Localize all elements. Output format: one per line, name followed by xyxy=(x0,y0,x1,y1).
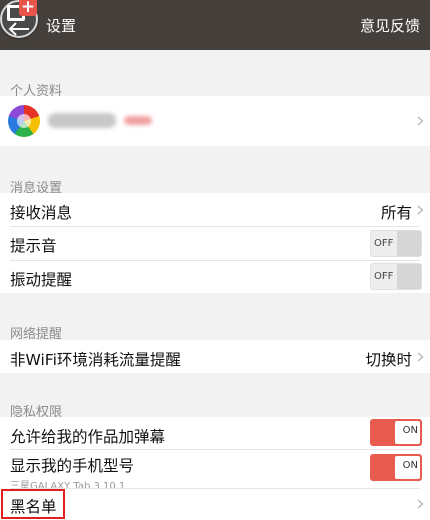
vibrate-toggle[interactable]: OFF xyxy=(370,263,422,290)
danmaku-row: 允许给我的作品加弹幕 ON xyxy=(0,417,430,449)
non-wifi-row[interactable]: 非WiFi环境消耗流量提醒 切换时 xyxy=(0,340,430,373)
phone-model-toggle[interactable]: ON xyxy=(370,454,422,481)
profile-row[interactable] xyxy=(0,96,430,146)
title-bar: + 设置 意见反馈 xyxy=(0,0,430,50)
vibrate-row: 振动提醒 OFF xyxy=(0,261,430,293)
chevron-right-icon xyxy=(417,499,424,509)
profile-name-obscured xyxy=(48,113,116,128)
sound-label: 提示音 xyxy=(10,237,57,255)
danmaku-toggle-state: ON xyxy=(402,425,418,436)
sound-row: 提示音 OFF xyxy=(0,227,430,260)
feedback-button[interactable]: 意见反馈 xyxy=(360,15,420,36)
sound-toggle[interactable]: OFF xyxy=(370,230,422,257)
phone-model-row: 显示我的手机型号 三星GALAXY Tab 3 10.1 ON xyxy=(0,450,430,492)
danmaku-label: 允许给我的作品加弹幕 xyxy=(10,428,166,446)
non-wifi-value: 切换时 xyxy=(365,351,412,369)
receive-messages-row[interactable]: 接收消息 所有 xyxy=(0,193,430,226)
messages-group: 接收消息 所有 提示音 OFF 振动提醒 OFF xyxy=(0,193,430,293)
receive-messages-label: 接收消息 xyxy=(10,204,73,222)
sound-toggle-state: OFF xyxy=(374,238,394,249)
phone-model-label: 显示我的手机型号 xyxy=(10,457,135,475)
chevron-right-icon xyxy=(417,205,424,215)
phone-model-toggle-state: ON xyxy=(402,460,418,471)
danmaku-toggle[interactable]: ON xyxy=(370,419,422,446)
page-title: 设置 xyxy=(46,17,77,35)
vibrate-toggle-state: OFF xyxy=(374,271,394,282)
receive-messages-value: 所有 xyxy=(380,204,412,222)
avatar xyxy=(8,105,40,137)
back-arrow-icon[interactable] xyxy=(8,22,30,36)
chevron-right-icon xyxy=(417,352,424,362)
profile-badge-obscured xyxy=(124,116,152,125)
vibrate-label: 振动提醒 xyxy=(10,271,73,289)
chevron-right-icon xyxy=(417,116,424,126)
blacklist-highlight-box xyxy=(1,489,65,519)
non-wifi-label: 非WiFi环境消耗流量提醒 xyxy=(10,351,181,369)
